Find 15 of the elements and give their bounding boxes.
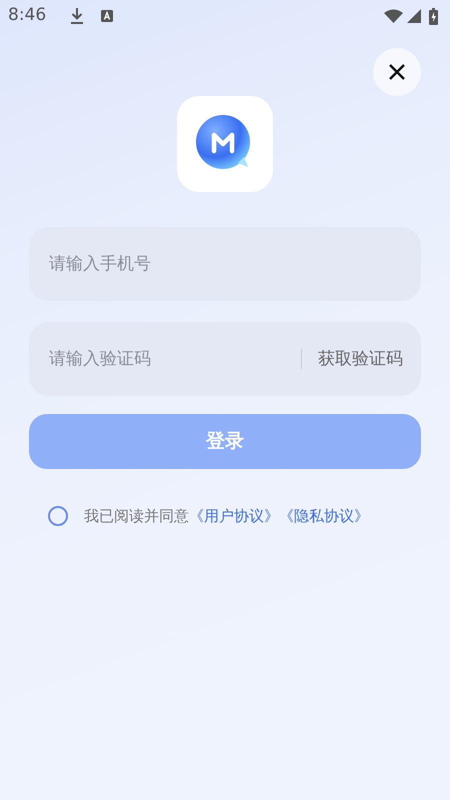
status-time: 8:46	[8, 4, 46, 28]
agreement-text: 我已阅读并同意	[84, 506, 189, 527]
signal-icon	[407, 9, 421, 23]
battery-icon	[429, 8, 438, 24]
get-code-button[interactable]: 获取验证码	[301, 322, 421, 396]
wifi-icon	[384, 9, 403, 23]
agreement-link[interactable]: 《隐私协议》	[279, 505, 369, 528]
code-field[interactable]: 请输入验证码	[29, 322, 301, 396]
close-button[interactable]	[373, 48, 421, 96]
download-icon	[70, 7, 84, 25]
keyboard-icon	[100, 9, 114, 23]
phone-field[interactable]: 请输入手机号	[29, 227, 421, 301]
agree-checkbox[interactable]	[48, 506, 68, 526]
agreement-link[interactable]: 《用户协议》	[189, 505, 279, 528]
close-icon	[389, 64, 405, 80]
